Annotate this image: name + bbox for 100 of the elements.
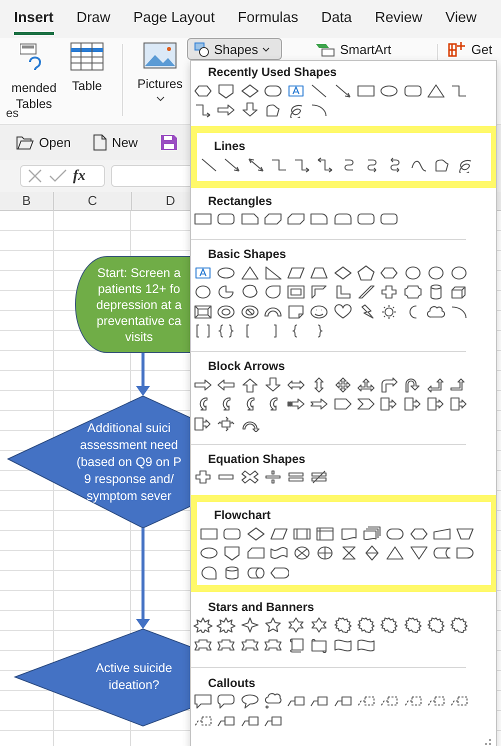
ribbon-tab[interactable]: Data <box>321 10 352 35</box>
arrow-callout-icon[interactable] <box>379 396 400 412</box>
cloud-callout-icon[interactable] <box>262 693 283 710</box>
insert-function-button[interactable]: fx <box>73 168 86 184</box>
ribbon-tab[interactable]: Draw <box>76 10 110 35</box>
pentagon-icon[interactable] <box>222 545 242 562</box>
shapes-button[interactable]: Shapes <box>187 38 282 60</box>
arrow-callout-icon[interactable] <box>426 396 446 412</box>
sequential-access-icon[interactable] <box>199 564 219 581</box>
line-icon[interactable] <box>199 156 219 173</box>
pentagon-icon[interactable] <box>216 82 236 99</box>
right-triangle-icon[interactable] <box>262 264 283 281</box>
hexagon-icon[interactable] <box>408 526 429 542</box>
rectangle-icon[interactable] <box>193 211 213 228</box>
six-point-star-icon[interactable] <box>286 617 306 634</box>
notched-arrow-icon[interactable] <box>309 396 330 412</box>
rectangle-icon[interactable] <box>199 526 219 542</box>
heart-icon[interactable] <box>332 304 353 320</box>
parallelogram-icon[interactable] <box>268 526 289 542</box>
cloud-icon[interactable] <box>426 304 446 320</box>
smiley-icon[interactable] <box>309 304 330 320</box>
multiply-icon[interactable] <box>240 469 260 486</box>
elbow-arrow-icon[interactable] <box>193 102 213 118</box>
hexagon-icon[interactable] <box>193 82 213 99</box>
picture-icon[interactable] <box>143 42 177 70</box>
right-arrow-icon[interactable] <box>193 376 213 393</box>
bent-arrow-icon[interactable] <box>426 376 446 393</box>
inverted-trapezoid-icon[interactable] <box>455 526 476 542</box>
open-button[interactable]: Open <box>16 135 71 150</box>
four-way-arrow-icon[interactable] <box>332 376 353 393</box>
card-icon[interactable] <box>246 545 266 562</box>
diamond-icon[interactable] <box>240 82 260 99</box>
star-icon[interactable] <box>262 617 283 634</box>
cross-icon[interactable] <box>379 284 400 300</box>
half-frame-icon[interactable] <box>309 284 330 300</box>
check-icon[interactable] <box>49 169 67 183</box>
circle-icon[interactable] <box>449 264 470 281</box>
text-box-icon[interactable] <box>286 82 306 99</box>
circle-icon[interactable] <box>426 264 446 281</box>
plus-icon[interactable] <box>193 469 213 486</box>
get-add-ins-button[interactable]: Get <box>448 41 492 57</box>
resize-grip-icon[interactable] <box>484 739 492 745</box>
diamond-icon[interactable] <box>332 264 353 281</box>
explosion-icon[interactable] <box>216 617 236 634</box>
circle-plus-icon[interactable] <box>315 545 336 562</box>
no-symbol-icon[interactable] <box>240 304 260 320</box>
plaque-icon[interactable] <box>402 284 423 300</box>
bevel-icon[interactable] <box>193 304 213 320</box>
manual-input-icon[interactable] <box>432 526 452 542</box>
chevron-down-icon[interactable] <box>156 96 164 102</box>
ellipse-icon[interactable] <box>379 82 400 99</box>
seal-icon[interactable] <box>402 617 423 634</box>
column-header[interactable]: C <box>54 192 132 210</box>
down-arrow-icon[interactable] <box>262 376 283 393</box>
divide-icon[interactable] <box>262 469 283 486</box>
scroll-icon[interactable] <box>309 636 330 653</box>
table-label[interactable]: Table <box>72 78 102 94</box>
seal-icon[interactable] <box>332 617 353 634</box>
internal-storage-icon[interactable] <box>315 526 336 542</box>
pictures-label[interactable]: Pictures <box>137 76 183 92</box>
wave-banner-icon[interactable] <box>356 636 376 653</box>
ribbon-banner-icon[interactable] <box>262 636 283 653</box>
arrow-icon[interactable] <box>222 156 242 173</box>
oval-callout-icon[interactable] <box>240 693 260 710</box>
punched-tape-icon[interactable] <box>268 545 289 562</box>
explosion-icon[interactable] <box>193 617 213 634</box>
new-button[interactable]: New <box>92 134 138 151</box>
chord-icon[interactable] <box>240 284 260 300</box>
ribbon-tab[interactable]: View <box>445 10 477 35</box>
bent-arrow-icon[interactable] <box>379 376 400 393</box>
double-arrow-icon[interactable] <box>246 156 266 173</box>
arc-icon[interactable] <box>309 102 330 118</box>
triangle-icon[interactable] <box>426 82 446 99</box>
seal-icon[interactable] <box>426 617 446 634</box>
text-box-icon[interactable] <box>193 264 213 281</box>
display-icon[interactable] <box>268 564 289 581</box>
column-header[interactable]: B <box>0 192 54 210</box>
triangle-icon[interactable] <box>240 264 260 281</box>
save-icon[interactable] <box>160 134 178 151</box>
ellipse-icon[interactable] <box>199 545 219 562</box>
folded-corner-icon[interactable] <box>286 304 306 320</box>
inverted-triangle-icon[interactable] <box>408 545 429 562</box>
pentagon-arrow-icon[interactable] <box>332 396 353 412</box>
striped-arrow-icon[interactable] <box>286 396 306 412</box>
up-arrow-icon[interactable] <box>240 376 260 393</box>
right-arrow-icon[interactable] <box>216 102 236 118</box>
arrow-callout-icon[interactable] <box>193 416 213 432</box>
circle-cross-icon[interactable] <box>292 545 312 562</box>
ribbon-banner-icon[interactable] <box>193 636 213 653</box>
hexagon-icon[interactable] <box>379 264 400 281</box>
donut-icon[interactable] <box>216 304 236 320</box>
seal-icon[interactable] <box>449 617 470 634</box>
chevron-icon[interactable] <box>356 396 376 412</box>
ribbon-banner-icon[interactable] <box>240 636 260 653</box>
diamond-icon[interactable] <box>246 526 266 542</box>
rectangle-callout-icon[interactable] <box>193 693 213 710</box>
document-icon[interactable] <box>338 526 359 542</box>
ribbon-tab[interactable]: Insert <box>14 10 54 35</box>
predefined-process-icon[interactable] <box>292 526 312 542</box>
triangle-icon[interactable] <box>385 545 406 562</box>
